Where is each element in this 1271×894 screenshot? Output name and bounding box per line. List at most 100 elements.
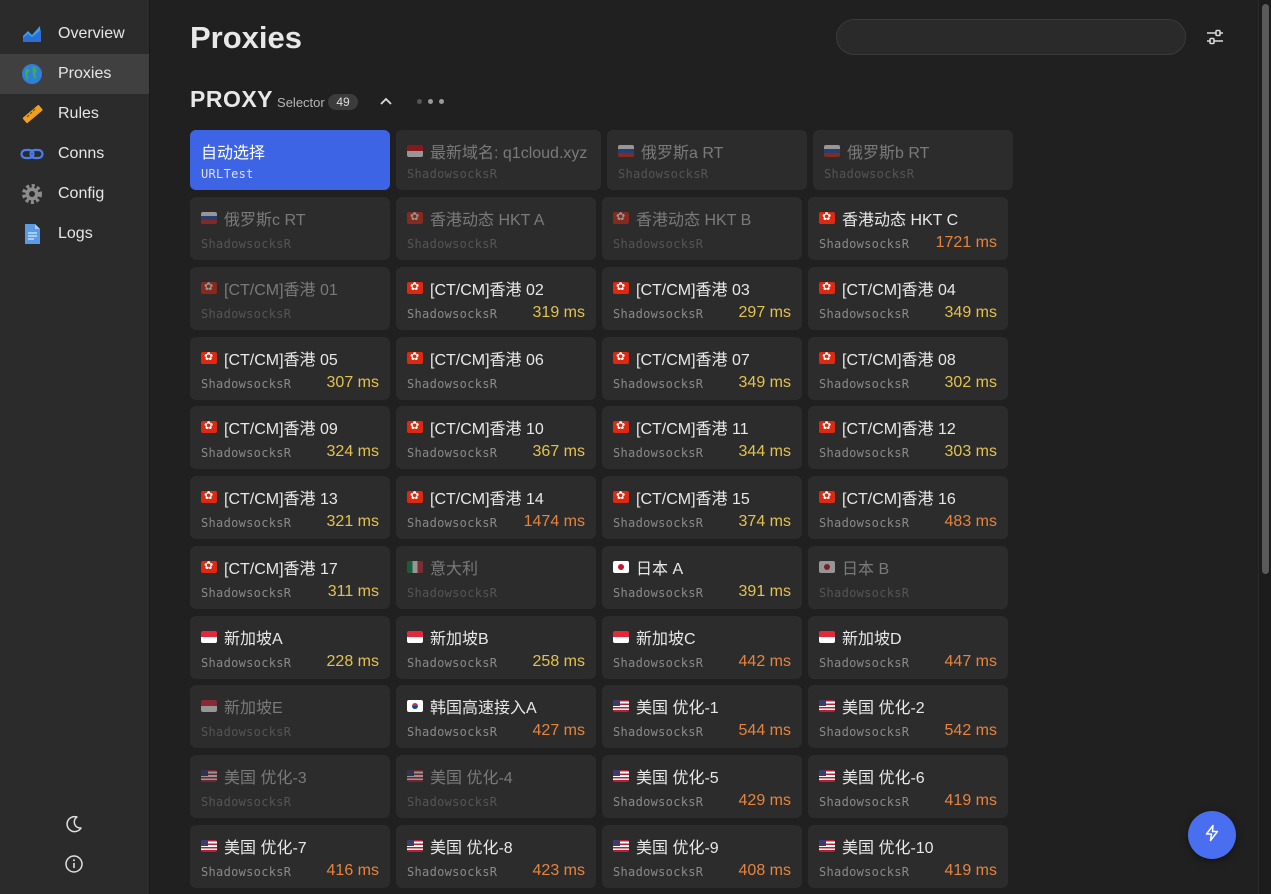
proxy-card[interactable]: 新加坡B ShadowsocksR 258 ms (396, 616, 596, 679)
proxy-name-text: 意大利 (430, 561, 479, 578)
proxy-card[interactable]: 新加坡C ShadowsocksR 442 ms (602, 616, 802, 679)
flag-us-icon (613, 840, 629, 852)
proxy-card[interactable]: [CT/CM]香港 05 ShadowsocksR 307 ms (190, 337, 390, 400)
proxy-card[interactable]: 美国 优化-5 ShadowsocksR 429 ms (602, 755, 802, 818)
proxy-type: ShadowsocksR (407, 795, 498, 809)
proxy-name-text: [CT/CM]香港 01 (224, 282, 338, 299)
proxy-latency: 324 ms (326, 443, 379, 460)
search-input[interactable] (836, 19, 1186, 55)
proxy-card[interactable]: [CT/CM]香港 08 ShadowsocksR 302 ms (808, 337, 1008, 400)
flag-us-icon (407, 770, 423, 782)
proxy-name-text: 新加坡A (224, 631, 283, 648)
flag-hk-icon (819, 491, 835, 503)
settings-sliders-icon[interactable] (1204, 27, 1226, 47)
globe-icon (20, 62, 44, 86)
proxy-card[interactable]: 意大利 ShadowsocksR (396, 546, 596, 609)
sidebar-item-overview[interactable]: Overview (0, 14, 149, 54)
proxy-type: ShadowsocksR (819, 795, 910, 809)
proxy-card[interactable]: 美国 优化-8 ShadowsocksR 423 ms (396, 825, 596, 888)
proxy-card[interactable]: 俄罗斯b RT ShadowsocksR (813, 130, 1013, 190)
proxy-name-text: 美国 优化-8 (430, 840, 513, 857)
scrollbar-thumb[interactable] (1262, 4, 1269, 574)
sidebar-item-logs[interactable]: Logs (0, 214, 149, 254)
proxy-type: ShadowsocksR (613, 377, 704, 391)
sidebar-item-rules[interactable]: Rules (0, 94, 149, 134)
proxy-name: [CT/CM]香港 17 (201, 555, 379, 579)
proxy-card[interactable]: 新加坡D ShadowsocksR 447 ms (808, 616, 1008, 679)
proxy-card[interactable]: 香港动态 HKT A ShadowsocksR (396, 197, 596, 260)
moon-icon[interactable] (62, 812, 86, 836)
proxy-name: 新加坡E (201, 694, 379, 718)
proxy-card[interactable]: 日本 B ShadowsocksR (808, 546, 1008, 609)
proxy-card[interactable]: 美国 优化-9 ShadowsocksR 408 ms (602, 825, 802, 888)
proxy-name: 俄罗斯c RT (201, 206, 379, 230)
proxy-name-text: 最新域名: q1cloud.xyz (430, 145, 588, 162)
sidebar-item-conns[interactable]: Conns (0, 134, 149, 174)
proxy-name-text: [CT/CM]香港 06 (430, 352, 544, 369)
proxy-name: [CT/CM]香港 09 (201, 415, 379, 439)
proxy-card[interactable]: [CT/CM]香港 13 ShadowsocksR 321 ms (190, 476, 390, 539)
document-icon (20, 222, 44, 246)
proxy-card[interactable]: [CT/CM]香港 17 ShadowsocksR 311 ms (190, 546, 390, 609)
proxy-name: [CT/CM]香港 03 (613, 276, 791, 300)
proxy-card[interactable]: 美国 优化-6 ShadowsocksR 419 ms (808, 755, 1008, 818)
proxy-name-text: [CT/CM]香港 05 (224, 352, 338, 369)
proxy-card[interactable]: [CT/CM]香港 14 ShadowsocksR 1474 ms (396, 476, 596, 539)
proxy-card[interactable]: [CT/CM]香港 12 ShadowsocksR 303 ms (808, 406, 1008, 469)
scrollbar[interactable] (1258, 0, 1271, 894)
proxy-name: 美国 优化-2 (819, 694, 997, 718)
proxy-card[interactable]: 美国 优化-2 ShadowsocksR 542 ms (808, 685, 1008, 748)
proxy-name: 俄罗斯a RT (618, 139, 796, 163)
proxy-card[interactable]: [CT/CM]香港 06 ShadowsocksR (396, 337, 596, 400)
proxy-card[interactable]: 自动选择 URLTest (190, 130, 390, 190)
proxy-name-text: 美国 优化-3 (224, 770, 307, 787)
ruler-icon (20, 102, 44, 126)
proxy-card[interactable]: [CT/CM]香港 09 ShadowsocksR 324 ms (190, 406, 390, 469)
proxy-type: ShadowsocksR (819, 725, 910, 739)
proxy-card[interactable]: 香港动态 HKT C ShadowsocksR 1721 ms (808, 197, 1008, 260)
proxy-card[interactable]: 俄罗斯a RT ShadowsocksR (607, 130, 807, 190)
proxy-name: 美国 优化-1 (613, 694, 791, 718)
proxy-card[interactable]: 俄罗斯c RT ShadowsocksR (190, 197, 390, 260)
dot-indicator (428, 99, 433, 104)
proxy-name: 美国 优化-6 (819, 764, 997, 788)
proxy-card[interactable]: [CT/CM]香港 11 ShadowsocksR 344 ms (602, 406, 802, 469)
latency-test-button[interactable] (1188, 811, 1236, 859)
proxy-card[interactable]: 韩国高速接入A ShadowsocksR 427 ms (396, 685, 596, 748)
proxy-card[interactable]: [CT/CM]香港 02 ShadowsocksR 319 ms (396, 267, 596, 330)
sidebar-item-config[interactable]: Config (0, 174, 149, 214)
proxy-card[interactable]: 香港动态 HKT B ShadowsocksR (602, 197, 802, 260)
proxy-name: 香港动态 HKT B (613, 206, 791, 230)
proxy-card[interactable]: [CT/CM]香港 15 ShadowsocksR 374 ms (602, 476, 802, 539)
proxy-type: ShadowsocksR (613, 307, 704, 321)
sidebar-item-proxies[interactable]: Proxies (0, 54, 149, 94)
about-button[interactable] (62, 852, 86, 876)
proxy-card[interactable]: [CT/CM]香港 01 ShadowsocksR (190, 267, 390, 330)
proxy-card[interactable]: 美国 优化-1 ShadowsocksR 544 ms (602, 685, 802, 748)
theme-toggle[interactable] (62, 812, 86, 836)
proxy-latency: 447 ms (944, 653, 997, 670)
proxy-card[interactable]: 美国 优化-7 ShadowsocksR 416 ms (190, 825, 390, 888)
proxy-card[interactable]: [CT/CM]香港 07 ShadowsocksR 349 ms (602, 337, 802, 400)
proxy-type: ShadowsocksR (201, 725, 292, 739)
proxy-card[interactable]: [CT/CM]香港 04 ShadowsocksR 349 ms (808, 267, 1008, 330)
proxy-name-text: 美国 优化-7 (224, 840, 307, 857)
flag-hk-icon (201, 561, 217, 573)
proxy-card[interactable]: 美国 优化-4 ShadowsocksR (396, 755, 596, 818)
proxy-card[interactable]: 最新域名: q1cloud.xyz ShadowsocksR (396, 130, 601, 190)
proxy-card[interactable]: 美国 优化-3 ShadowsocksR (190, 755, 390, 818)
info-icon[interactable] (62, 852, 86, 876)
proxy-card[interactable]: 日本 A ShadowsocksR 391 ms (602, 546, 802, 609)
proxy-card[interactable]: [CT/CM]香港 03 ShadowsocksR 297 ms (602, 267, 802, 330)
chevron-up-icon[interactable] (378, 93, 394, 109)
proxy-card[interactable]: 新加坡A ShadowsocksR 228 ms (190, 616, 390, 679)
proxy-card[interactable]: [CT/CM]香港 16 ShadowsocksR 483 ms (808, 476, 1008, 539)
proxy-type: ShadowsocksR (407, 307, 498, 321)
proxy-latency: 429 ms (738, 792, 791, 809)
proxy-type: ShadowsocksR (613, 237, 704, 251)
proxy-card[interactable]: 新加坡E ShadowsocksR (190, 685, 390, 748)
proxy-card[interactable]: 美国 优化-10 ShadowsocksR 419 ms (808, 825, 1008, 888)
flag-sg-icon (201, 700, 217, 712)
proxy-name-text: 美国 优化-10 (842, 840, 934, 857)
proxy-card[interactable]: [CT/CM]香港 10 ShadowsocksR 367 ms (396, 406, 596, 469)
